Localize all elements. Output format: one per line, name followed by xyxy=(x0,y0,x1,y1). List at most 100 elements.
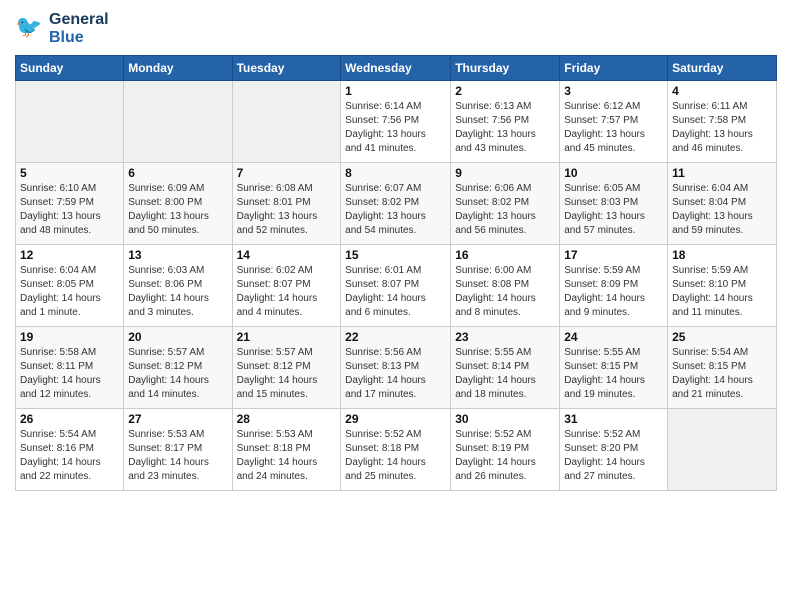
day-detail: Sunrise: 6:13 AM Sunset: 7:56 PM Dayligh… xyxy=(455,100,555,156)
day-cell: 8Sunrise: 6:07 AM Sunset: 8:02 PM Daylig… xyxy=(341,163,451,245)
week-row-2: 5 Sunrise: 6:10 AM Sunset: 7:59 PM Daylig… xyxy=(16,163,777,245)
day-cell: 25 Sunrise: 5:54 AM Sunset: 8:15 PM Dayli… xyxy=(668,327,777,409)
day-number: 31 xyxy=(564,412,663,426)
day-detail: Sunrise: 5:52 AM Sunset: 8:19 PM Dayligh… xyxy=(455,428,555,484)
weekday-wednesday: Wednesday xyxy=(341,56,451,81)
day-number: 30 xyxy=(455,412,555,426)
day-cell: 12 Sunrise: 6:04 AM Sunset: 8:05 PM Dayli… xyxy=(16,245,124,327)
day-number: 17 xyxy=(564,248,663,262)
day-cell: 5 Sunrise: 6:10 AM Sunset: 7:59 PM Daylig… xyxy=(16,163,124,245)
logo: 🐦 General Blue xyxy=(15,10,109,47)
day-detail: Sunrise: 6:10 AM Sunset: 7:59 PM Dayligh… xyxy=(20,182,119,238)
day-cell: 30 Sunrise: 5:52 AM Sunset: 8:19 PM Dayli… xyxy=(451,409,560,491)
day-detail: Sunrise: 5:59 AM Sunset: 8:09 PM Dayligh… xyxy=(564,264,663,320)
day-cell: 26 Sunrise: 5:54 AM Sunset: 8:16 PM Dayli… xyxy=(16,409,124,491)
day-detail: Sunrise: 5:57 AM Sunset: 8:12 PM Dayligh… xyxy=(237,346,337,402)
day-number: 25 xyxy=(672,330,772,344)
day-number: 1 xyxy=(345,84,446,98)
day-cell: 28Sunrise: 5:53 AM Sunset: 8:18 PM Dayli… xyxy=(232,409,341,491)
day-cell: 21Sunrise: 5:57 AM Sunset: 8:12 PM Dayli… xyxy=(232,327,341,409)
day-cell: 6Sunrise: 6:09 AM Sunset: 8:00 PM Daylig… xyxy=(124,163,232,245)
day-number: 11 xyxy=(672,166,772,180)
weekday-monday: Monday xyxy=(124,56,232,81)
day-number: 29 xyxy=(345,412,446,426)
day-detail: Sunrise: 6:04 AM Sunset: 8:05 PM Dayligh… xyxy=(20,264,119,320)
day-cell: 18Sunrise: 5:59 AM Sunset: 8:10 PM Dayli… xyxy=(668,245,777,327)
day-number: 9 xyxy=(455,166,555,180)
day-number: 15 xyxy=(345,248,446,262)
day-number: 16 xyxy=(455,248,555,262)
week-row-1: 1 Sunrise: 6:14 AM Sunset: 7:56 PM Daylig… xyxy=(16,81,777,163)
day-cell: 27 Sunrise: 5:53 AM Sunset: 8:17 PM Dayli… xyxy=(124,409,232,491)
day-cell: 23 Sunrise: 5:55 AM Sunset: 8:14 PM Dayli… xyxy=(451,327,560,409)
day-cell: 1 Sunrise: 6:14 AM Sunset: 7:56 PM Daylig… xyxy=(341,81,451,163)
day-detail: Sunrise: 6:01 AM Sunset: 8:07 PM Dayligh… xyxy=(345,264,446,320)
day-cell: 29 Sunrise: 5:52 AM Sunset: 8:18 PM Dayli… xyxy=(341,409,451,491)
day-number: 10 xyxy=(564,166,663,180)
day-number: 18 xyxy=(672,248,772,262)
weekday-thursday: Thursday xyxy=(451,56,560,81)
day-detail: Sunrise: 6:00 AM Sunset: 8:08 PM Dayligh… xyxy=(455,264,555,320)
day-cell: 31 Sunrise: 5:52 AM Sunset: 8:20 PM Dayli… xyxy=(560,409,668,491)
day-cell: 10 Sunrise: 6:05 AM Sunset: 8:03 PM Dayli… xyxy=(560,163,668,245)
day-number: 13 xyxy=(128,248,227,262)
day-detail: Sunrise: 5:55 AM Sunset: 8:14 PM Dayligh… xyxy=(455,346,555,402)
day-cell xyxy=(232,81,341,163)
day-cell: 9 Sunrise: 6:06 AM Sunset: 8:02 PM Daylig… xyxy=(451,163,560,245)
day-detail: Sunrise: 5:53 AM Sunset: 8:17 PM Dayligh… xyxy=(128,428,227,484)
day-number: 7 xyxy=(237,166,337,180)
day-cell: 4 Sunrise: 6:11 AM Sunset: 7:58 PM Daylig… xyxy=(668,81,777,163)
header: 🐦 General Blue xyxy=(15,10,777,47)
logo-line2: Blue xyxy=(49,29,109,47)
day-number: 14 xyxy=(237,248,337,262)
day-cell: 7 Sunrise: 6:08 AM Sunset: 8:01 PM Daylig… xyxy=(232,163,341,245)
day-cell: 22 Sunrise: 5:56 AM Sunset: 8:13 PM Dayli… xyxy=(341,327,451,409)
day-number: 23 xyxy=(455,330,555,344)
day-detail: Sunrise: 5:52 AM Sunset: 8:18 PM Dayligh… xyxy=(345,428,446,484)
day-number: 12 xyxy=(20,248,119,262)
day-detail: Sunrise: 6:04 AM Sunset: 8:04 PM Dayligh… xyxy=(672,182,772,238)
day-cell: 11 Sunrise: 6:04 AM Sunset: 8:04 PM Dayli… xyxy=(668,163,777,245)
svg-text:🐦: 🐦 xyxy=(15,14,42,39)
day-detail: Sunrise: 6:06 AM Sunset: 8:02 PM Dayligh… xyxy=(455,182,555,238)
day-detail: Sunrise: 6:14 AM Sunset: 7:56 PM Dayligh… xyxy=(345,100,446,156)
day-cell: 24Sunrise: 5:55 AM Sunset: 8:15 PM Dayli… xyxy=(560,327,668,409)
day-detail: Sunrise: 6:11 AM Sunset: 7:58 PM Dayligh… xyxy=(672,100,772,156)
day-number: 27 xyxy=(128,412,227,426)
day-cell: 2 Sunrise: 6:13 AM Sunset: 7:56 PM Daylig… xyxy=(451,81,560,163)
day-number: 2 xyxy=(455,84,555,98)
day-detail: Sunrise: 6:12 AM Sunset: 7:57 PM Dayligh… xyxy=(564,100,663,156)
day-detail: Sunrise: 5:56 AM Sunset: 8:13 PM Dayligh… xyxy=(345,346,446,402)
day-cell xyxy=(16,81,124,163)
day-number: 4 xyxy=(672,84,772,98)
day-detail: Sunrise: 6:03 AM Sunset: 8:06 PM Dayligh… xyxy=(128,264,227,320)
day-detail: Sunrise: 5:55 AM Sunset: 8:15 PM Dayligh… xyxy=(564,346,663,402)
day-cell: 20Sunrise: 5:57 AM Sunset: 8:12 PM Dayli… xyxy=(124,327,232,409)
day-number: 19 xyxy=(20,330,119,344)
weekday-friday: Friday xyxy=(560,56,668,81)
day-detail: Sunrise: 6:05 AM Sunset: 8:03 PM Dayligh… xyxy=(564,182,663,238)
day-detail: Sunrise: 5:58 AM Sunset: 8:11 PM Dayligh… xyxy=(20,346,119,402)
day-detail: Sunrise: 5:52 AM Sunset: 8:20 PM Dayligh… xyxy=(564,428,663,484)
week-row-4: 19 Sunrise: 5:58 AM Sunset: 8:11 PM Dayli… xyxy=(16,327,777,409)
day-number: 6 xyxy=(128,166,227,180)
day-cell: 16 Sunrise: 6:00 AM Sunset: 8:08 PM Dayli… xyxy=(451,245,560,327)
day-number: 5 xyxy=(20,166,119,180)
day-cell xyxy=(668,409,777,491)
day-cell: 17 Sunrise: 5:59 AM Sunset: 8:09 PM Dayli… xyxy=(560,245,668,327)
day-detail: Sunrise: 5:54 AM Sunset: 8:16 PM Dayligh… xyxy=(20,428,119,484)
day-number: 22 xyxy=(345,330,446,344)
weekday-sunday: Sunday xyxy=(16,56,124,81)
day-cell xyxy=(124,81,232,163)
page: 🐦 General Blue SundayMondayTuesdayWednes… xyxy=(0,0,792,501)
day-detail: Sunrise: 6:07 AM Sunset: 8:02 PM Dayligh… xyxy=(345,182,446,238)
week-row-5: 26 Sunrise: 5:54 AM Sunset: 8:16 PM Dayli… xyxy=(16,409,777,491)
day-number: 26 xyxy=(20,412,119,426)
day-cell: 14 Sunrise: 6:02 AM Sunset: 8:07 PM Dayli… xyxy=(232,245,341,327)
day-detail: Sunrise: 6:08 AM Sunset: 8:01 PM Dayligh… xyxy=(237,182,337,238)
day-cell: 19 Sunrise: 5:58 AM Sunset: 8:11 PM Dayli… xyxy=(16,327,124,409)
day-number: 20 xyxy=(128,330,227,344)
day-detail: Sunrise: 6:02 AM Sunset: 8:07 PM Dayligh… xyxy=(237,264,337,320)
logo-line1: General xyxy=(49,11,109,29)
day-detail: Sunrise: 5:54 AM Sunset: 8:15 PM Dayligh… xyxy=(672,346,772,402)
